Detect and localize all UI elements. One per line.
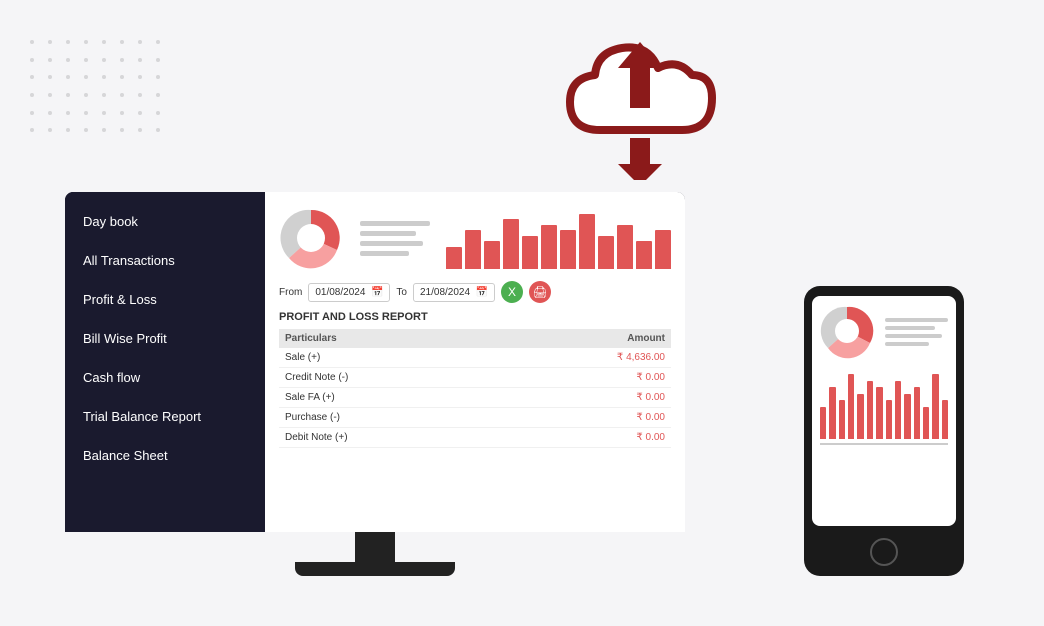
cloud-sync-illustration [540,20,740,185]
bar-item [598,236,614,269]
phone-top-row [820,304,948,359]
monitor-content-area: From 01/08/2024 📅 To 21/08/2024 📅 X 🖨 PR… [265,192,685,532]
phone-bar-item [895,381,901,440]
print-button[interactable]: 🖨 [529,281,551,303]
particulars-cell: Sale (+) [279,348,497,368]
phone-bar-item [923,407,929,440]
cloud-svg [540,20,740,180]
amount-cell: ₹ 0.00 [497,408,671,428]
stand-neck [355,532,395,562]
particulars-cell: Purchase (-) [279,408,497,428]
from-label: From [279,287,302,298]
sidebar-item-profit-loss[interactable]: Profit & Loss [65,280,265,319]
table-row: Purchase (-)₹ 0.00 [279,408,671,428]
to-label: To [396,287,407,298]
bar-item [617,225,633,269]
amount-cell: ₹ 0.00 [497,368,671,388]
particulars-cell: Debit Note (+) [279,428,497,448]
bar-item [541,225,557,269]
phone-bar-item [904,394,910,440]
phone-bar-item [867,381,873,440]
table-row: Debit Note (+)₹ 0.00 [279,428,671,448]
table-row: Sale (+)₹ 4,636.00 [279,348,671,368]
phone-bar-item [848,374,854,439]
phone-bar-item [942,400,948,439]
phone-home-button[interactable] [870,538,898,566]
phone-pie-chart [820,304,875,359]
bar-item [560,230,576,269]
sidebar-item-daybook[interactable]: Day book [65,202,265,241]
sidebar-item-cash-flow[interactable]: Cash flow [65,358,265,397]
phone-bar-item [829,387,835,439]
from-date-input[interactable]: 01/08/2024 📅 [308,283,390,302]
phone-text-lines [885,318,948,346]
phone-bar-item [886,400,892,439]
sidebar-item-balance-sheet[interactable]: Balance Sheet [65,436,265,475]
phone-bar-item [839,400,845,439]
stand-base [295,562,455,576]
to-date-input[interactable]: 21/08/2024 📅 [413,283,495,302]
amount-cell: ₹ 4,636.00 [497,348,671,368]
bar-item [522,236,538,269]
bar-item [484,241,500,269]
bar-item [465,230,481,269]
table-row: Sale FA (+)₹ 0.00 [279,388,671,408]
sidebar-item-bill-wise-profit[interactable]: Bill Wise Profit [65,319,265,358]
phone-bar-item [857,394,863,440]
phone-screen [812,296,956,526]
table-row: Credit Note (-)₹ 0.00 [279,368,671,388]
amount-cell: ₹ 0.00 [497,388,671,408]
phone-wrapper [804,286,964,576]
col-amount: Amount [497,329,671,348]
bar-item [655,230,671,269]
phone-bar-chart [820,369,948,439]
monitor-screen: Day book All Transactions Profit & Loss … [65,192,685,532]
date-filter-row: From 01/08/2024 📅 To 21/08/2024 📅 X 🖨 [279,281,671,303]
phone-chart-baseline [820,443,948,445]
text-lines-decoration [360,221,430,256]
phone-body [804,286,964,576]
bar-item [636,241,652,269]
charts-row [279,206,671,271]
particulars-cell: Sale FA (+) [279,388,497,408]
monitor-sidebar: Day book All Transactions Profit & Loss … [65,192,265,532]
sidebar-item-trial-balance[interactable]: Trial Balance Report [65,397,265,436]
phone-bar-item [932,374,938,439]
phone-bar-item [876,387,882,439]
phone-bar-item [914,387,920,439]
dot-grid-decoration [30,40,150,140]
bar-item [579,214,595,269]
export-excel-button[interactable]: X [501,281,523,303]
report-title: PROFIT AND LOSS REPORT [279,311,671,323]
col-particulars: Particulars [279,329,497,348]
amount-cell: ₹ 0.00 [497,428,671,448]
monitor-stand [65,532,685,576]
phone-bar-item [820,407,826,440]
sidebar-item-all-transactions[interactable]: All Transactions [65,241,265,280]
pie-chart [279,206,344,271]
profit-loss-table: Particulars Amount Sale (+)₹ 4,636.00Cre… [279,329,671,448]
particulars-cell: Credit Note (-) [279,368,497,388]
monitor-wrapper: Day book All Transactions Profit & Loss … [65,192,685,576]
bar-item [503,219,519,269]
bar-chart-monitor [446,209,671,269]
bar-item [446,247,462,269]
